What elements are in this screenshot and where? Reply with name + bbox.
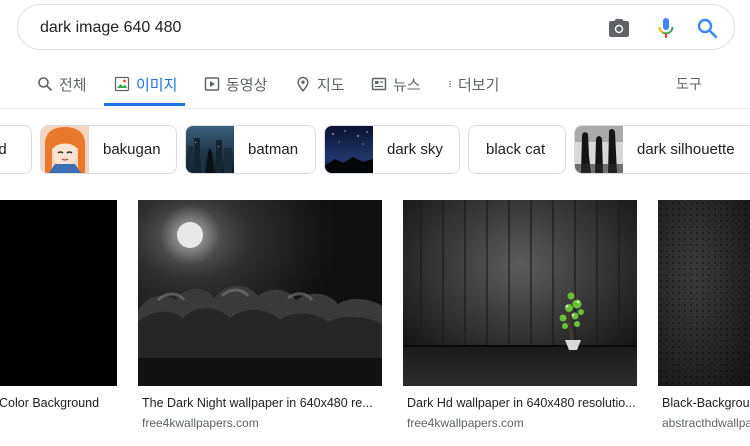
result-item[interactable]: The Dark Night wallpaper in 640x480 re..…	[138, 200, 382, 430]
search-icon	[38, 77, 53, 92]
chip-label: dark sky	[387, 141, 443, 158]
chip-dark-silhouette[interactable]: dark silhouette	[574, 125, 750, 174]
chip-label: bakugan	[103, 141, 161, 158]
result-source[interactable]: free4kwallpapers.com	[142, 416, 259, 430]
result-thumbnail[interactable]	[0, 200, 117, 386]
result-source[interactable]: abstracthdwallpa	[662, 416, 750, 430]
camera-icon[interactable]	[607, 16, 631, 40]
result-title[interactable]: Color Background	[0, 396, 99, 410]
chip-label: batman	[248, 141, 299, 158]
tab-label: 더보기	[458, 76, 500, 94]
result-item[interactable]: Color Background	[0, 200, 117, 410]
chip-thumbnail	[41, 126, 89, 173]
result-title[interactable]: Black-Backgrou	[662, 396, 750, 410]
chip-black-cat[interactable]: black cat	[468, 125, 566, 174]
tab-maps[interactable]: 지도	[295, 62, 345, 106]
chip-bakugan[interactable]: bakugan	[40, 125, 177, 174]
tab-videos[interactable]: 동영상	[204, 62, 267, 106]
result-title[interactable]: The Dark Night wallpaper in 640x480 re..…	[142, 396, 373, 410]
microphone-icon[interactable]	[654, 16, 678, 40]
play-icon	[204, 77, 220, 91]
search-box[interactable]	[17, 4, 735, 51]
tab-news[interactable]: 뉴스	[371, 62, 421, 106]
result-thumbnail[interactable]	[403, 200, 637, 386]
chip-thumbnail	[575, 126, 623, 173]
tab-all[interactable]: 전체	[37, 62, 87, 106]
result-item[interactable]: Black-Backgrou abstracthdwallpa	[658, 200, 750, 440]
tab-label: 이미지	[136, 76, 178, 94]
map-pin-icon	[297, 76, 309, 92]
chip-label: nd	[0, 141, 7, 158]
result-title[interactable]: Dark Hd wallpaper in 640x480 resolutio..…	[407, 396, 636, 410]
chip-label: dark silhouette	[637, 141, 735, 158]
result-thumbnail[interactable]	[138, 200, 382, 386]
tab-more[interactable]: 더보기	[446, 62, 499, 106]
search-tabs: 전체 이미지 동영상 지도 뉴스 더보기 도구	[0, 62, 750, 109]
image-icon	[114, 76, 130, 92]
tools-button[interactable]: 도구	[676, 62, 702, 106]
tab-images[interactable]: 이미지	[104, 62, 186, 106]
chip-label: black cat	[486, 141, 546, 158]
result-item[interactable]: Dark Hd wallpaper in 640x480 resolutio..…	[403, 200, 637, 430]
search-icon[interactable]	[695, 16, 719, 40]
tab-label: 지도	[317, 76, 345, 94]
chip-dark-sky[interactable]: dark sky	[324, 125, 460, 174]
tab-label: 전체	[59, 76, 87, 94]
chip-batman[interactable]: batman	[185, 125, 316, 174]
result-source[interactable]: free4kwallpapers.com	[407, 416, 524, 430]
tab-label: 동영상	[226, 76, 268, 94]
more-vert-icon	[449, 80, 451, 88]
chip-partial[interactable]: nd	[0, 125, 32, 174]
search-input[interactable]	[38, 5, 602, 51]
chip-thumbnail	[186, 126, 234, 173]
news-icon	[371, 77, 387, 91]
tab-label: 뉴스	[393, 76, 421, 94]
chip-thumbnail	[325, 126, 373, 173]
result-thumbnail[interactable]	[658, 200, 750, 386]
